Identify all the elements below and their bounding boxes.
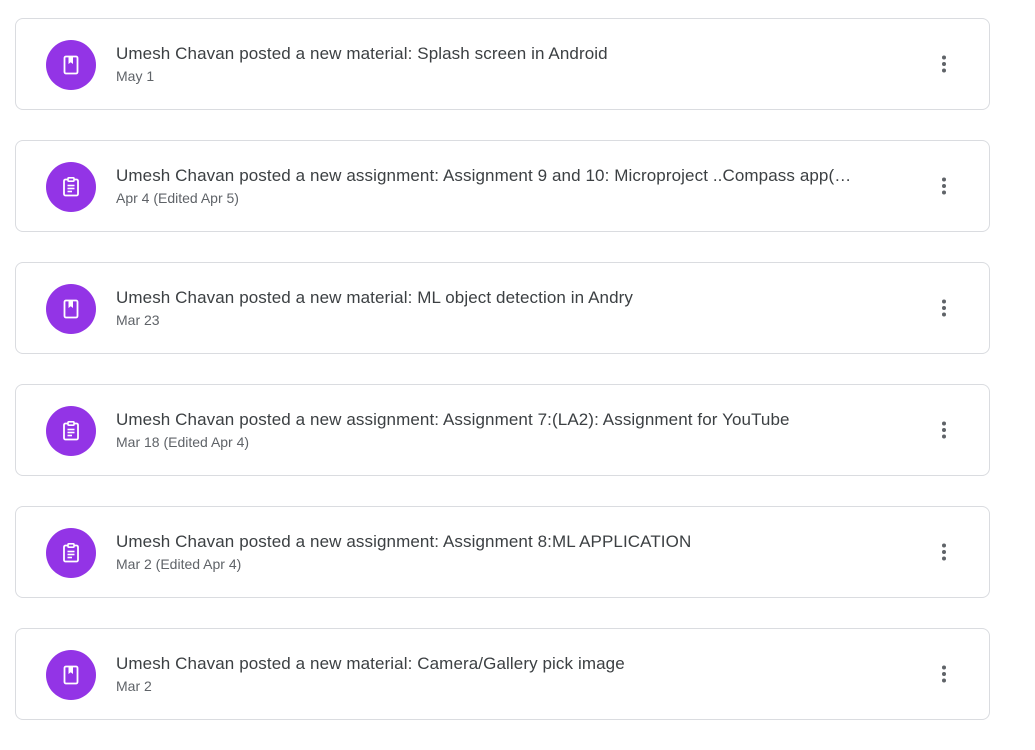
post-title: Umesh Chavan posted a new assignment: As… — [116, 166, 852, 185]
stream-post-card[interactable]: Umesh Chavan posted a new assignment: As… — [15, 506, 990, 598]
stream-post-card[interactable]: Umesh Chavan posted a new assignment: As… — [15, 384, 990, 476]
stream-post-card[interactable]: Umesh Chavan posted a new assignment: As… — [15, 140, 990, 232]
post-title: Umesh Chavan posted a new material: Spla… — [116, 44, 608, 63]
assignment-icon — [46, 528, 96, 578]
assignment-icon — [46, 162, 96, 212]
material-icon — [46, 650, 96, 700]
more-options-button[interactable] — [929, 49, 959, 79]
more-options-button[interactable] — [929, 659, 959, 689]
more-vert-icon — [942, 665, 946, 683]
post-text: Umesh Chavan posted a new assignment: As… — [116, 409, 916, 451]
post-text: Umesh Chavan posted a new assignment: As… — [116, 165, 916, 207]
post-text: Umesh Chavan posted a new material: Spla… — [116, 43, 916, 85]
assignment-icon — [46, 406, 96, 456]
post-date: May 1 — [116, 68, 155, 84]
post-title: Umesh Chavan posted a new material: ML o… — [116, 288, 633, 307]
more-vert-icon — [942, 543, 946, 561]
more-vert-icon — [942, 177, 946, 195]
post-text: Umesh Chavan posted a new assignment: As… — [116, 531, 916, 573]
more-options-button[interactable] — [929, 171, 959, 201]
post-date: Mar 18 (Edited Apr 4) — [116, 434, 250, 450]
material-icon — [46, 284, 96, 334]
more-options-button[interactable] — [929, 293, 959, 323]
material-icon — [46, 40, 96, 90]
more-options-button[interactable] — [929, 415, 959, 445]
stream-post-card[interactable]: Umesh Chavan posted a new material: ML o… — [15, 262, 990, 354]
more-vert-icon — [942, 421, 946, 439]
stream-post-card[interactable]: Umesh Chavan posted a new material: Came… — [15, 628, 990, 720]
post-date: Mar 2 — [116, 678, 152, 694]
stream-post-card[interactable]: Umesh Chavan posted a new material: Spla… — [15, 18, 990, 110]
post-date: Mar 2 (Edited Apr 4) — [116, 556, 242, 572]
post-date: Mar 23 — [116, 312, 160, 328]
post-text: Umesh Chavan posted a new material: Came… — [116, 653, 916, 695]
post-text: Umesh Chavan posted a new material: ML o… — [116, 287, 916, 329]
class-stream: Umesh Chavan posted a new material: Spla… — [15, 18, 990, 750]
post-date: Apr 4 (Edited Apr 5) — [116, 190, 239, 206]
post-title: Umesh Chavan posted a new assignment: As… — [116, 532, 692, 551]
more-vert-icon — [942, 299, 946, 317]
post-title: Umesh Chavan posted a new material: Came… — [116, 654, 625, 673]
post-title: Umesh Chavan posted a new assignment: As… — [116, 410, 790, 429]
more-options-button[interactable] — [929, 537, 959, 567]
more-vert-icon — [942, 55, 946, 73]
